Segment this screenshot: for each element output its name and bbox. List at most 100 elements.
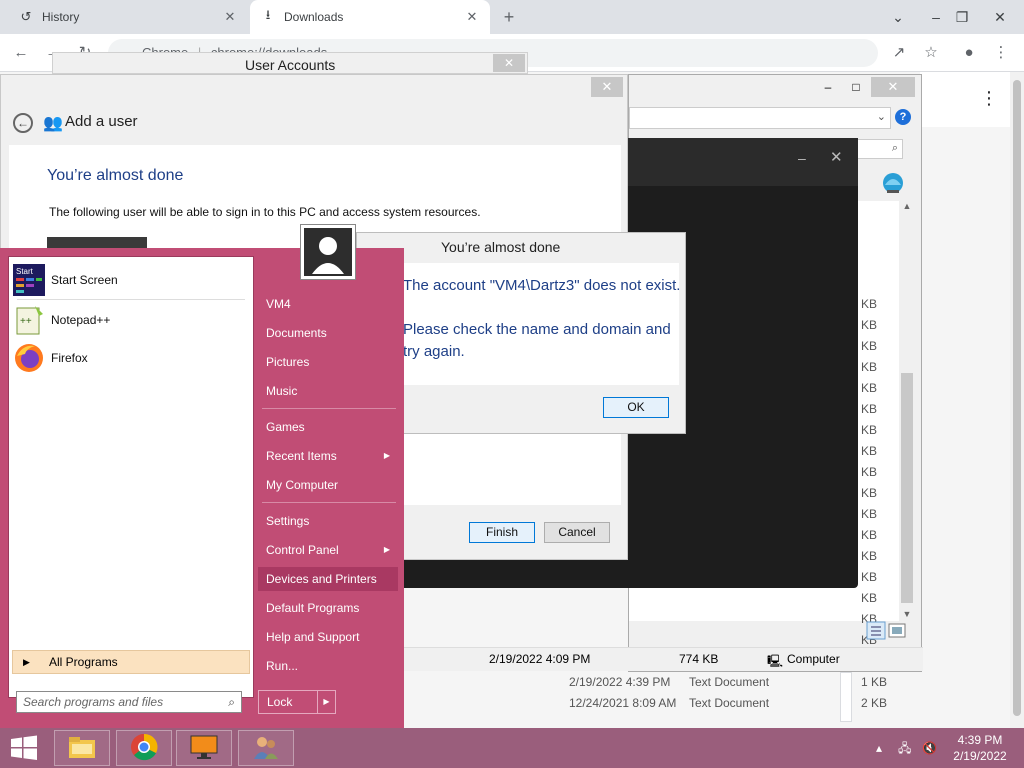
view-switcher	[865, 621, 909, 641]
share-icon[interactable]: ↗	[888, 42, 910, 64]
scroll-up-icon[interactable]: ▲	[901, 201, 913, 211]
lock-button[interactable]: Lock ▶	[258, 690, 336, 714]
minimize-button[interactable]: –	[798, 150, 806, 166]
maximize-button[interactable]: □	[843, 77, 869, 97]
tab-label: History	[42, 10, 80, 24]
taskbar-monitor[interactable]	[176, 730, 232, 766]
search-input[interactable]: Search programs and files ⌕	[16, 691, 242, 713]
start-item-default-programs[interactable]: Default Programs	[258, 596, 398, 620]
file-size: 1 KB	[861, 675, 888, 689]
explorer-address-bar[interactable]: ⌄	[629, 107, 891, 129]
close-window-button[interactable]: ✕	[493, 54, 525, 72]
error-message: The account "VM4\Dartz3" does not exist.	[403, 277, 681, 294]
file-size: KB	[861, 402, 878, 416]
taskbar-chrome[interactable]	[116, 730, 172, 766]
pinned-start-screen[interactable]: Start Start Screen	[13, 263, 249, 297]
more-actions-icon[interactable]: ⋮	[980, 88, 998, 109]
clock-time: 4:39 PM	[957, 733, 1003, 747]
error-hint: Please check the name and domain and try…	[403, 321, 671, 360]
file-size: KB	[861, 591, 878, 605]
tab-label: Downloads	[284, 10, 344, 24]
scroll-thumb[interactable]	[901, 373, 913, 603]
dialog-title: You’re almost done	[441, 239, 561, 255]
start-item-run[interactable]: Run...	[258, 654, 398, 678]
close-window-button[interactable]: ✕	[871, 77, 915, 97]
divider	[262, 502, 396, 503]
start-item-music[interactable]: Music	[258, 379, 398, 403]
page-scrollbar[interactable]	[1010, 72, 1024, 728]
page-header: Add a user	[65, 113, 138, 130]
scroll-down-icon[interactable]: ▼	[901, 609, 913, 619]
close-window-button[interactable]: ✕	[591, 77, 623, 97]
chevron-down-icon[interactable]: ⌄	[878, 0, 918, 34]
file-size: KB	[861, 339, 878, 353]
users-icon: 👥	[43, 115, 63, 132]
start-item-devices-and-printers[interactable]: Devices and Printers	[258, 567, 398, 591]
library-icon[interactable]	[879, 171, 907, 197]
explorer-scrollbar[interactable]: ▲ ▼	[899, 199, 915, 623]
start-item-pictures[interactable]: Pictures	[258, 350, 398, 374]
file-type: Text Document	[689, 696, 770, 710]
cancel-button[interactable]: Cancel	[544, 522, 610, 543]
new-tab-button[interactable]: +	[498, 6, 520, 28]
error-dialog: You’re almost done The account "VM4\Dart…	[356, 232, 686, 434]
file-size: KB	[861, 486, 878, 500]
close-window-button[interactable]: ✕	[980, 0, 1020, 34]
star-icon[interactable]: ☆	[920, 42, 942, 64]
divider	[262, 408, 396, 409]
start-item-vm4[interactable]: VM4	[258, 292, 398, 316]
chevron-down-icon[interactable]: ⌄	[877, 110, 886, 123]
system-clock[interactable]: 4:39 PM 2/19/2022	[950, 732, 1010, 764]
profile-icon[interactable]: ●	[958, 42, 980, 64]
close-icon[interactable]: ✕	[464, 9, 480, 25]
start-item-my-computer[interactable]: My Computer	[258, 473, 398, 497]
tab-downloads[interactable]: ⭳ Downloads ✕	[250, 0, 490, 34]
chrome-icon	[130, 733, 158, 764]
start-item-documents[interactable]: Documents	[258, 321, 398, 345]
start-item-control-panel[interactable]: Control Panel ▶	[258, 538, 398, 562]
start-item-help-and-support[interactable]: Help and Support	[258, 625, 398, 649]
start-item-settings[interactable]: Settings	[258, 509, 398, 533]
minimize-button[interactable]: –	[815, 77, 841, 97]
volume-muted-icon[interactable]: 🔇	[922, 728, 937, 768]
back-button[interactable]: ←	[10, 42, 32, 64]
pinned-label: Notepad++	[51, 313, 111, 327]
users-icon	[251, 733, 281, 764]
show-hidden-icons[interactable]: ▴	[876, 728, 882, 768]
ok-button[interactable]: OK	[603, 397, 669, 418]
pinned-notepadpp[interactable]: ++ Notepad++	[13, 303, 249, 337]
file-type: Text Document	[689, 675, 770, 689]
restore-button[interactable]: ❐	[942, 0, 982, 34]
all-programs-label: All Programs	[49, 655, 118, 669]
divider	[17, 299, 245, 300]
triangle-right-icon: ▶	[23, 657, 30, 667]
network-icon[interactable]: 🖧	[898, 728, 911, 768]
file-size: KB	[861, 360, 878, 374]
download-icon: ⭳	[265, 7, 271, 22]
file-size: 2 KB	[861, 696, 888, 710]
windows-start-icon[interactable]	[8, 734, 40, 762]
triangle-right-icon: ▶	[383, 545, 390, 554]
help-icon[interactable]: ?	[895, 109, 911, 125]
tab-history[interactable]: ↺ History ✕	[8, 0, 248, 34]
pinned-firefox[interactable]: Firefox	[13, 341, 249, 375]
taskbar-explorer[interactable]	[54, 730, 110, 766]
start-item-label: Control Panel	[266, 543, 339, 557]
back-arrow-icon[interactable]: ←	[13, 113, 33, 133]
start-item-games[interactable]: Games	[258, 415, 398, 439]
close-icon[interactable]: ✕	[830, 148, 843, 166]
triangle-right-icon: ▶	[383, 451, 390, 460]
kebab-menu-icon[interactable]: ⋮	[990, 42, 1012, 64]
taskbar-user-accounts[interactable]	[238, 730, 294, 766]
notepadpp-icon: ++	[13, 304, 45, 336]
user-picture[interactable]	[300, 224, 356, 280]
file-size: KB	[861, 549, 878, 563]
file-size: KB	[861, 297, 878, 311]
search-icon[interactable]: ⌕	[228, 692, 235, 712]
close-icon[interactable]: ✕	[222, 9, 238, 25]
triangle-right-icon[interactable]: ▶	[317, 691, 335, 713]
all-programs-button[interactable]: ▶ All Programs	[12, 650, 250, 674]
finish-button[interactable]: Finish	[469, 522, 535, 543]
start-item-recent-items[interactable]: Recent Items ▶	[258, 444, 398, 468]
monitor-icon	[189, 734, 219, 763]
